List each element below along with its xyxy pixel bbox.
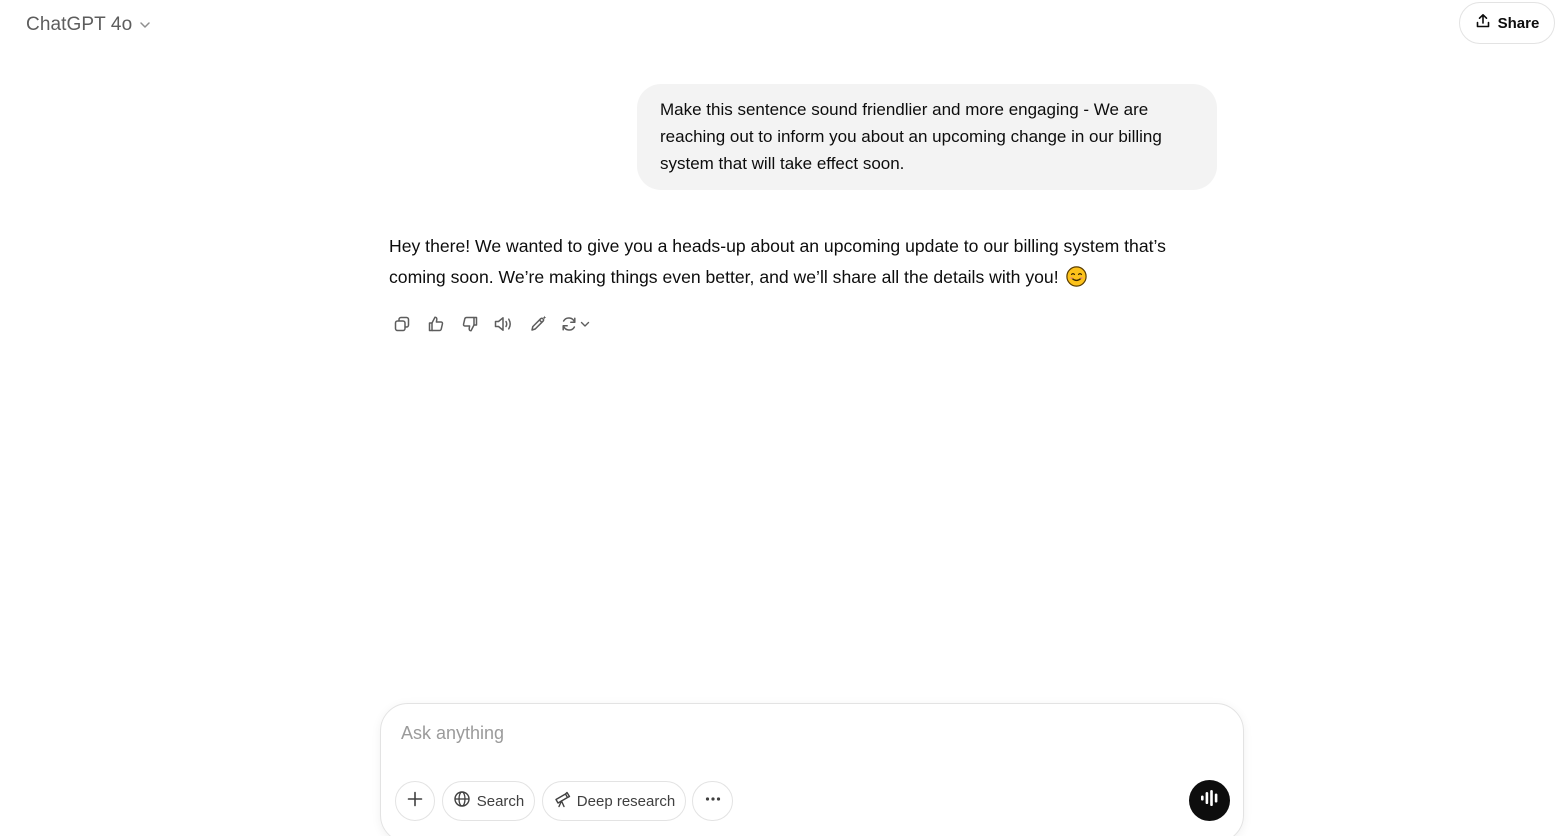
chat-page: ChatGPT 4o Share Make this sentence soun… [0,0,1559,836]
plus-icon [406,790,424,813]
regenerate-icon [559,314,579,334]
read-aloud-button[interactable] [487,308,521,340]
voice-waveform-icon [1199,789,1221,812]
regenerate-button[interactable] [555,308,595,340]
good-response-button[interactable] [419,308,453,340]
telescope-icon [553,790,571,813]
assistant-message-text: Hey there! We wanted to give you a heads… [389,236,1166,287]
share-label: Share [1497,14,1540,32]
chevron-down-icon [579,318,591,330]
model-switcher[interactable]: ChatGPT 4o [18,8,160,42]
prompt-input[interactable] [401,718,1161,748]
read-aloud-icon [493,314,515,334]
more-tools-button[interactable] [692,781,733,821]
bad-response-button[interactable] [453,308,487,340]
share-button[interactable]: Share [1459,2,1555,44]
copy-button[interactable] [385,308,419,340]
search-tool-label: Search [476,792,525,810]
edit-in-canvas-button[interactable] [521,308,555,340]
more-horizontal-icon [704,790,722,813]
message-actions [385,308,595,340]
globe-icon [453,790,471,813]
deep-research-button[interactable]: Deep research [542,781,686,821]
copy-icon [392,314,412,334]
assistant-message: Hey there! We wanted to give you a heads… [389,231,1209,293]
deep-research-label: Deep research [576,792,676,810]
edit-icon [528,314,548,334]
share-icon [1475,13,1491,34]
model-name: ChatGPT 4o [26,14,133,35]
chevron-down-icon [138,18,152,32]
thumbs-up-icon [426,314,446,334]
smiling-face-emoji-icon [1066,266,1088,287]
search-tool-button[interactable]: Search [442,781,535,821]
thumbs-down-icon [460,314,480,334]
attach-button[interactable] [395,781,435,821]
composer: Search Deep research [380,703,1244,836]
voice-mode-button[interactable] [1189,780,1230,821]
user-message: Make this sentence sound friendlier and … [637,84,1217,190]
